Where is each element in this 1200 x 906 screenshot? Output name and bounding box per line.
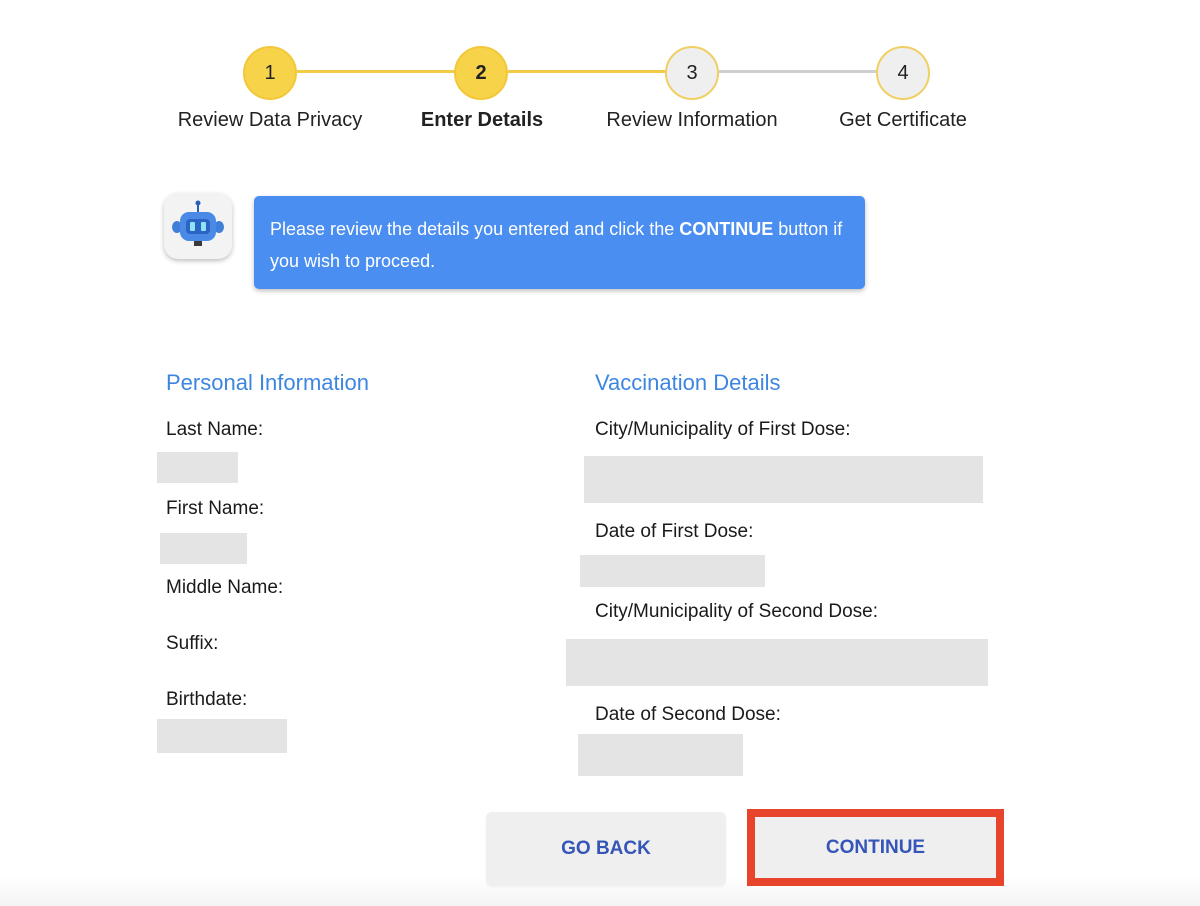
step-3-circle: 3: [665, 46, 719, 100]
go-back-button[interactable]: GO BACK: [486, 812, 726, 886]
last-name-label: Last Name:: [166, 419, 264, 440]
middle-name-label: Middle Name:: [166, 577, 284, 598]
vaccination-details-title: Vaccination Details: [595, 370, 781, 395]
message-text: Please review the details you entered an…: [270, 219, 680, 239]
last-name-value: [157, 452, 238, 483]
birthdate-value: [157, 719, 287, 753]
progress-stepper: 1 2 3 4 Review Data Privacy Enter Detail…: [0, 0, 1200, 160]
second-dose-city-label: City/Municipality of Second Dose:: [595, 601, 879, 622]
assistant-message: Please review the details you entered an…: [254, 196, 865, 289]
second-dose-date-value: [578, 734, 743, 776]
continue-button[interactable]: CONTINUE: [747, 809, 1004, 886]
second-dose-date-label: Date of Second Dose:: [595, 704, 781, 725]
birthdate-label: Birthdate:: [166, 689, 248, 710]
step-2-label: Enter Details: [420, 109, 544, 131]
first-dose-date-value: [580, 555, 765, 587]
step-connector-2-3: [508, 70, 668, 73]
first-name-value: [160, 533, 247, 564]
personal-info-title: Personal Information: [166, 370, 369, 395]
step-1-label: Review Data Privacy: [177, 109, 363, 131]
step-connector-3-4: [719, 70, 879, 73]
robot-icon: [172, 200, 224, 246]
step-connector-1-2: [297, 70, 457, 73]
message-emphasis: CONTINUE: [679, 219, 774, 239]
first-dose-date-label: Date of First Dose:: [595, 521, 754, 542]
step-2-circle: 2: [454, 46, 508, 100]
suffix-label: Suffix:: [166, 633, 219, 654]
step-4-circle: 4: [876, 46, 930, 100]
assistant-avatar: [164, 193, 232, 259]
step-1-circle: 1: [243, 46, 297, 100]
step-4-label: Get Certificate: [839, 109, 967, 131]
second-dose-city-value: [566, 639, 988, 686]
first-dose-city-label: City/Municipality of First Dose:: [595, 419, 851, 440]
first-dose-city-value: [584, 456, 983, 503]
first-name-label: First Name:: [166, 498, 265, 519]
step-3-label: Review Information: [606, 109, 778, 131]
